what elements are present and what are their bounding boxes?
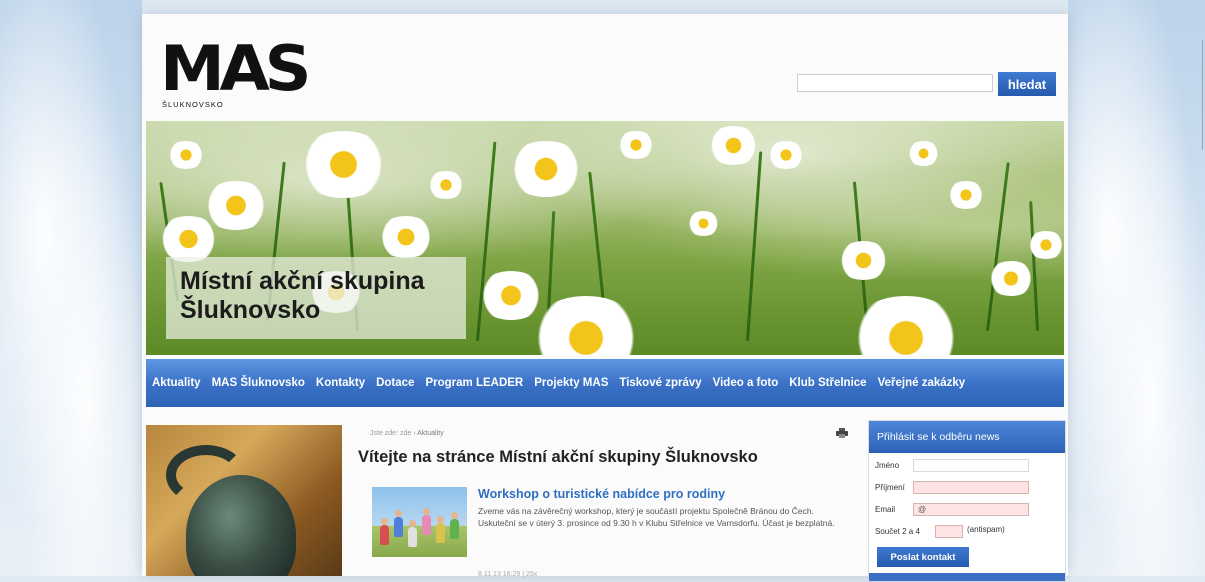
nav-item-verejne-zakazky[interactable]: Veřejné zakázky — [878, 377, 966, 389]
breadcrumb-home-link[interactable]: zde — [400, 430, 411, 437]
daisy-flower — [946, 181, 986, 209]
daisy-flower — [506, 141, 586, 197]
breadcrumb-separator: › — [413, 430, 416, 437]
search-input[interactable] — [797, 74, 993, 92]
hero-banner: Místní akční skupina Šluknovsko — [146, 121, 1064, 355]
logo-subtext: ŠLUKNOVSKO — [162, 100, 224, 109]
nav-item-klub-strelnice[interactable]: Klub Střelnice — [789, 377, 866, 389]
thumbnail-figure — [422, 508, 431, 535]
nav-item-dotace[interactable]: Dotace — [376, 377, 414, 389]
print-icon[interactable] — [836, 428, 848, 438]
daisy-flower — [1026, 231, 1064, 259]
background-sky-right — [1068, 0, 1205, 576]
breadcrumb-prefix: Jste zde: — [370, 430, 399, 437]
banner-caption-line1: Místní akční skupina — [180, 267, 425, 295]
daisy-flower — [836, 241, 891, 280]
name-field[interactable] — [913, 459, 1029, 472]
logo-wordmark: MAS — [160, 32, 312, 105]
vase-handle — [166, 445, 246, 505]
breadcrumb: Jste zde: zde › Aktuality — [370, 430, 444, 437]
newsletter-box: Přihlásit se k odběru news Jméno Příjmen… — [868, 420, 1066, 582]
email-field[interactable]: @ — [913, 503, 1029, 516]
nav-item-program-leader[interactable]: Program LEADER — [425, 377, 523, 389]
nav-item-mas-sluknovsko[interactable]: MAS Šluknovsko — [212, 377, 305, 389]
daisy-flower — [376, 216, 436, 258]
name-label: Jméno — [875, 461, 900, 470]
daisy-flower — [156, 216, 221, 262]
side-photo-vase — [146, 425, 342, 576]
article-thumbnail[interactable] — [372, 487, 467, 557]
send-contact-button[interactable]: Poslat kontakt — [877, 547, 969, 567]
daisy-flower — [986, 261, 1036, 296]
nav-item-kontakty[interactable]: Kontakty — [316, 377, 365, 389]
newsletter-bottom-bar — [869, 573, 1065, 581]
article-excerpt: Zveme vás na závěrečný workshop, který j… — [478, 506, 835, 528]
daisy-flower — [476, 271, 546, 320]
banner-caption: Místní akční skupina Šluknovsko — [166, 257, 466, 339]
banner-caption-line2: Šluknovsko — [180, 296, 321, 324]
daisy-flower — [706, 126, 761, 165]
daisy-flower — [616, 131, 656, 159]
daisy-flower — [686, 211, 721, 236]
article-title-link[interactable]: Workshop o turistické nabídce pro rodiny — [478, 487, 725, 501]
surname-label: Příjmení — [875, 483, 905, 492]
antispam-note: (antispam) — [967, 525, 1005, 534]
antispam-field[interactable] — [935, 525, 963, 538]
main-nav: Aktuality MAS Šluknovsko Kontakty Dotace… — [146, 359, 1064, 407]
email-label: Email — [875, 505, 896, 514]
nav-item-projekty-mas[interactable]: Projekty MAS — [534, 377, 608, 389]
thumbnail-figure — [394, 510, 403, 537]
site-logo[interactable]: MAS ŠLUKNOVSKO — [160, 38, 312, 116]
daisy-flower — [426, 171, 466, 199]
background-sky-left — [0, 0, 142, 576]
daisy-flower — [296, 131, 391, 198]
thumbnail-figure — [436, 516, 445, 543]
daisy-flower — [766, 141, 806, 169]
daisy-flower — [906, 141, 941, 166]
page-title: Vítejte na stránce Místní akční skupiny … — [358, 448, 758, 466]
breadcrumb-current: Aktuality — [417, 430, 444, 437]
newsletter-title: Přihlásit se k odběru news — [869, 421, 1065, 453]
surname-field[interactable] — [913, 481, 1029, 494]
article-meta: 8.11.13 16:29 | 25x — [478, 571, 538, 578]
thumbnail-figure — [408, 520, 417, 547]
nav-item-tiskove-zpravy[interactable]: Tiskové zprávy — [619, 377, 701, 389]
thumbnail-figure — [380, 518, 389, 545]
nav-item-video-a-foto[interactable]: Video a foto — [713, 377, 779, 389]
nav-item-aktuality[interactable]: Aktuality — [152, 377, 201, 389]
daisy-flower — [166, 141, 206, 169]
page-container: MAS ŠLUKNOVSKO hledat Místní akční skupi… — [142, 14, 1068, 582]
search-button[interactable]: hledat — [998, 72, 1056, 96]
antispam-sum-label: Součet 2 a 4 — [875, 527, 920, 536]
scroll-edge-line — [1202, 40, 1203, 150]
thumbnail-figure — [450, 512, 459, 539]
